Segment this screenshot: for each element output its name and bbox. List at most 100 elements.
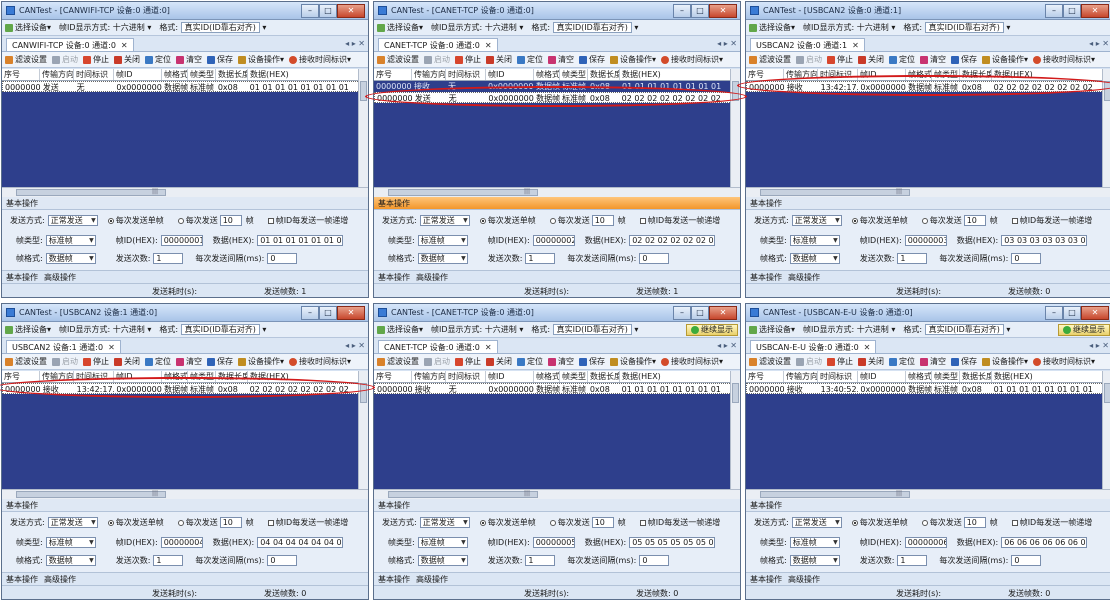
message-grid[interactable]: 序号传输方向时间标识帧ID帧格式帧类型数据长度数据(HEX) 00000000接… — [746, 371, 1104, 489]
minimize-button[interactable]: – — [1045, 305, 1063, 320]
column-header[interactable]: 帧类型 — [560, 371, 588, 382]
column-header[interactable]: 序号 — [2, 69, 40, 80]
receive-time-button[interactable]: 接收时间标识 ▾ — [661, 356, 723, 367]
device-operation-button[interactable]: 设备操作 ▾ — [610, 356, 656, 367]
multi-frame-radio[interactable] — [177, 217, 184, 224]
vertical-scrollbar[interactable] — [730, 371, 740, 489]
frame-type-select[interactable]: 标准帧 — [417, 235, 468, 246]
maximize-button[interactable]: □ — [1063, 305, 1081, 320]
receive-time-button[interactable]: 接收时间标识 ▾ — [289, 54, 351, 65]
format-dropdown[interactable]: 格式: 真实ID(ID靠右对齐) ▾ — [531, 324, 638, 335]
title-bar[interactable]: CANTest - [USBCAN-E-U 设备:0 通道:0] – □ ✕ — [746, 304, 1110, 322]
frame-id-input[interactable]: 00000001 — [160, 235, 203, 246]
column-header[interactable]: 时间标识 — [818, 69, 858, 80]
multi-frame-radio[interactable] — [177, 519, 184, 526]
id-increment-checkbox[interactable] — [639, 519, 646, 526]
tab-scroll-arrows[interactable]: ◂ ▸ ✕ — [717, 341, 737, 350]
column-header[interactable]: 数据长度 — [588, 371, 620, 382]
format-dropdown[interactable]: 格式: 真实ID(ID靠右对齐) ▾ — [903, 324, 1010, 335]
close-window-button[interactable]: ✕ — [1081, 3, 1109, 18]
select-device-button[interactable]: 选择设备 ▾ — [377, 324, 423, 335]
close-window-button[interactable]: ✕ — [337, 305, 365, 320]
channel-tab[interactable]: CANET-TCP 设备:0 通道:0 ✕ — [378, 38, 498, 51]
column-header[interactable]: 传输方向 — [784, 69, 818, 80]
close-tab-icon[interactable]: ✕ — [121, 41, 128, 50]
column-header[interactable]: 帧格式 — [162, 371, 188, 382]
column-header[interactable]: 时间标识 — [74, 69, 114, 80]
clear-button[interactable]: 清空 — [176, 54, 202, 65]
column-header[interactable]: 传输方向 — [784, 371, 818, 382]
filter-settings-button[interactable]: 滤波设置 — [5, 54, 47, 65]
frame-id-input[interactable]: 00000005 — [532, 537, 575, 548]
message-grid[interactable]: 序号传输方向时间标识帧ID帧格式帧类型数据长度数据(HEX) 00000000接… — [374, 371, 732, 489]
filter-settings-button[interactable]: 滤波设置 — [5, 356, 47, 367]
column-header[interactable]: 帧格式 — [534, 371, 560, 382]
data-input[interactable]: 05 05 05 05 05 05 05 05 — [629, 537, 716, 548]
close-button[interactable]: 关闭 — [858, 54, 884, 65]
scroll-thumb[interactable] — [388, 491, 538, 498]
send-count-input[interactable]: 1 — [897, 555, 928, 566]
start-button[interactable]: 启动 — [424, 54, 450, 65]
minimize-button[interactable]: – — [301, 3, 319, 18]
stop-button[interactable]: 停止 — [455, 356, 481, 367]
send-count-input[interactable]: 1 — [153, 253, 184, 264]
column-header[interactable]: 帧格式 — [534, 69, 560, 80]
start-button[interactable]: 启动 — [52, 54, 78, 65]
frame-format-select[interactable]: 数据帧 — [417, 253, 468, 264]
stop-button[interactable]: 停止 — [827, 54, 853, 65]
frame-id-input[interactable]: 00000004 — [160, 537, 203, 548]
title-bar[interactable]: CANTest - [USBCAN2 设备:1 通道:0] – □ ✕ — [2, 304, 368, 322]
horizontal-scrollbar[interactable]: ||| — [374, 187, 740, 197]
save-button[interactable]: 保存 — [951, 356, 977, 367]
column-header[interactable]: 传输方向 — [412, 371, 446, 382]
frames-count-input[interactable]: 10 — [219, 517, 242, 528]
column-header[interactable]: 传输方向 — [40, 371, 74, 382]
column-header[interactable]: 数据(HEX) — [620, 69, 732, 80]
minimize-button[interactable]: – — [673, 305, 691, 320]
continue-display-button[interactable]: 继续显示 — [686, 323, 738, 336]
clear-button[interactable]: 清空 — [920, 54, 946, 65]
send-count-input[interactable]: 1 — [897, 253, 928, 264]
interval-input[interactable]: 0 — [267, 253, 298, 264]
column-header[interactable]: 帧格式 — [162, 69, 188, 80]
scroll-thumb[interactable] — [760, 189, 910, 196]
close-window-button[interactable]: ✕ — [709, 305, 737, 320]
tab-advanced-ops[interactable]: 高级操作 — [44, 574, 76, 585]
receive-time-button[interactable]: 接收时间标识 ▾ — [1033, 356, 1095, 367]
filter-settings-button[interactable]: 滤波设置 — [377, 356, 419, 367]
vertical-scrollbar[interactable] — [1102, 69, 1110, 187]
horizontal-scrollbar[interactable]: ||| — [2, 187, 368, 197]
frameid-mode-dropdown[interactable]: 帧ID显示方式: 十六进制 ▾ — [431, 324, 523, 335]
channel-tab[interactable]: CANET-TCP 设备:0 通道:0 ✕ — [378, 340, 498, 353]
device-operation-button[interactable]: 设备操作 ▾ — [982, 356, 1028, 367]
multi-frame-radio[interactable] — [549, 519, 556, 526]
single-frame-radio[interactable] — [851, 519, 858, 526]
close-window-button[interactable]: ✕ — [337, 3, 365, 18]
column-header[interactable]: 数据(HEX) — [248, 69, 360, 80]
format-dropdown[interactable]: 格式: 真实ID(ID靠右对齐) ▾ — [903, 22, 1010, 33]
message-grid[interactable]: 序号传输方向时间标识帧ID帧格式帧类型数据长度数据(HEX) 00000000接… — [374, 69, 732, 187]
tab-scroll-arrows[interactable]: ◂ ▸ ✕ — [717, 39, 737, 48]
frameid-mode-dropdown[interactable]: 帧ID显示方式: 十六进制 ▾ — [803, 22, 895, 33]
start-button[interactable]: 启动 — [424, 356, 450, 367]
vertical-scrollbar[interactable] — [730, 69, 740, 187]
table-row[interactable]: 00000000接收 13:40:52.7170x00000001数据帧标准帧0x… — [746, 383, 1104, 394]
column-header[interactable]: 帧ID — [114, 69, 162, 80]
column-header[interactable]: 序号 — [374, 371, 412, 382]
locate-button[interactable]: 定位 — [889, 356, 915, 367]
message-grid[interactable]: 序号传输方向时间标识帧ID帧格式帧类型数据长度数据(HEX) 00000000发… — [2, 69, 360, 187]
frames-count-input[interactable]: 10 — [591, 517, 614, 528]
channel-tab[interactable]: USBCAN2 设备:1 通道:0 ✕ — [6, 340, 121, 353]
stop-button[interactable]: 停止 — [83, 356, 109, 367]
clear-button[interactable]: 清空 — [548, 54, 574, 65]
table-row[interactable]: 00000001发送 无 0x00000002数据帧标准帧0x08 02 02 02 … — [374, 92, 732, 103]
scroll-thumb[interactable] — [732, 383, 739, 403]
column-header[interactable]: 数据(HEX) — [992, 69, 1104, 80]
frame-id-input[interactable]: 00000006 — [904, 537, 947, 548]
save-button[interactable]: 保存 — [579, 356, 605, 367]
tab-advanced-ops[interactable]: 高级操作 — [416, 272, 448, 283]
close-tab-icon[interactable]: ✕ — [108, 343, 115, 352]
clear-button[interactable]: 清空 — [176, 356, 202, 367]
scroll-thumb[interactable] — [16, 189, 166, 196]
single-frame-radio[interactable] — [107, 519, 114, 526]
